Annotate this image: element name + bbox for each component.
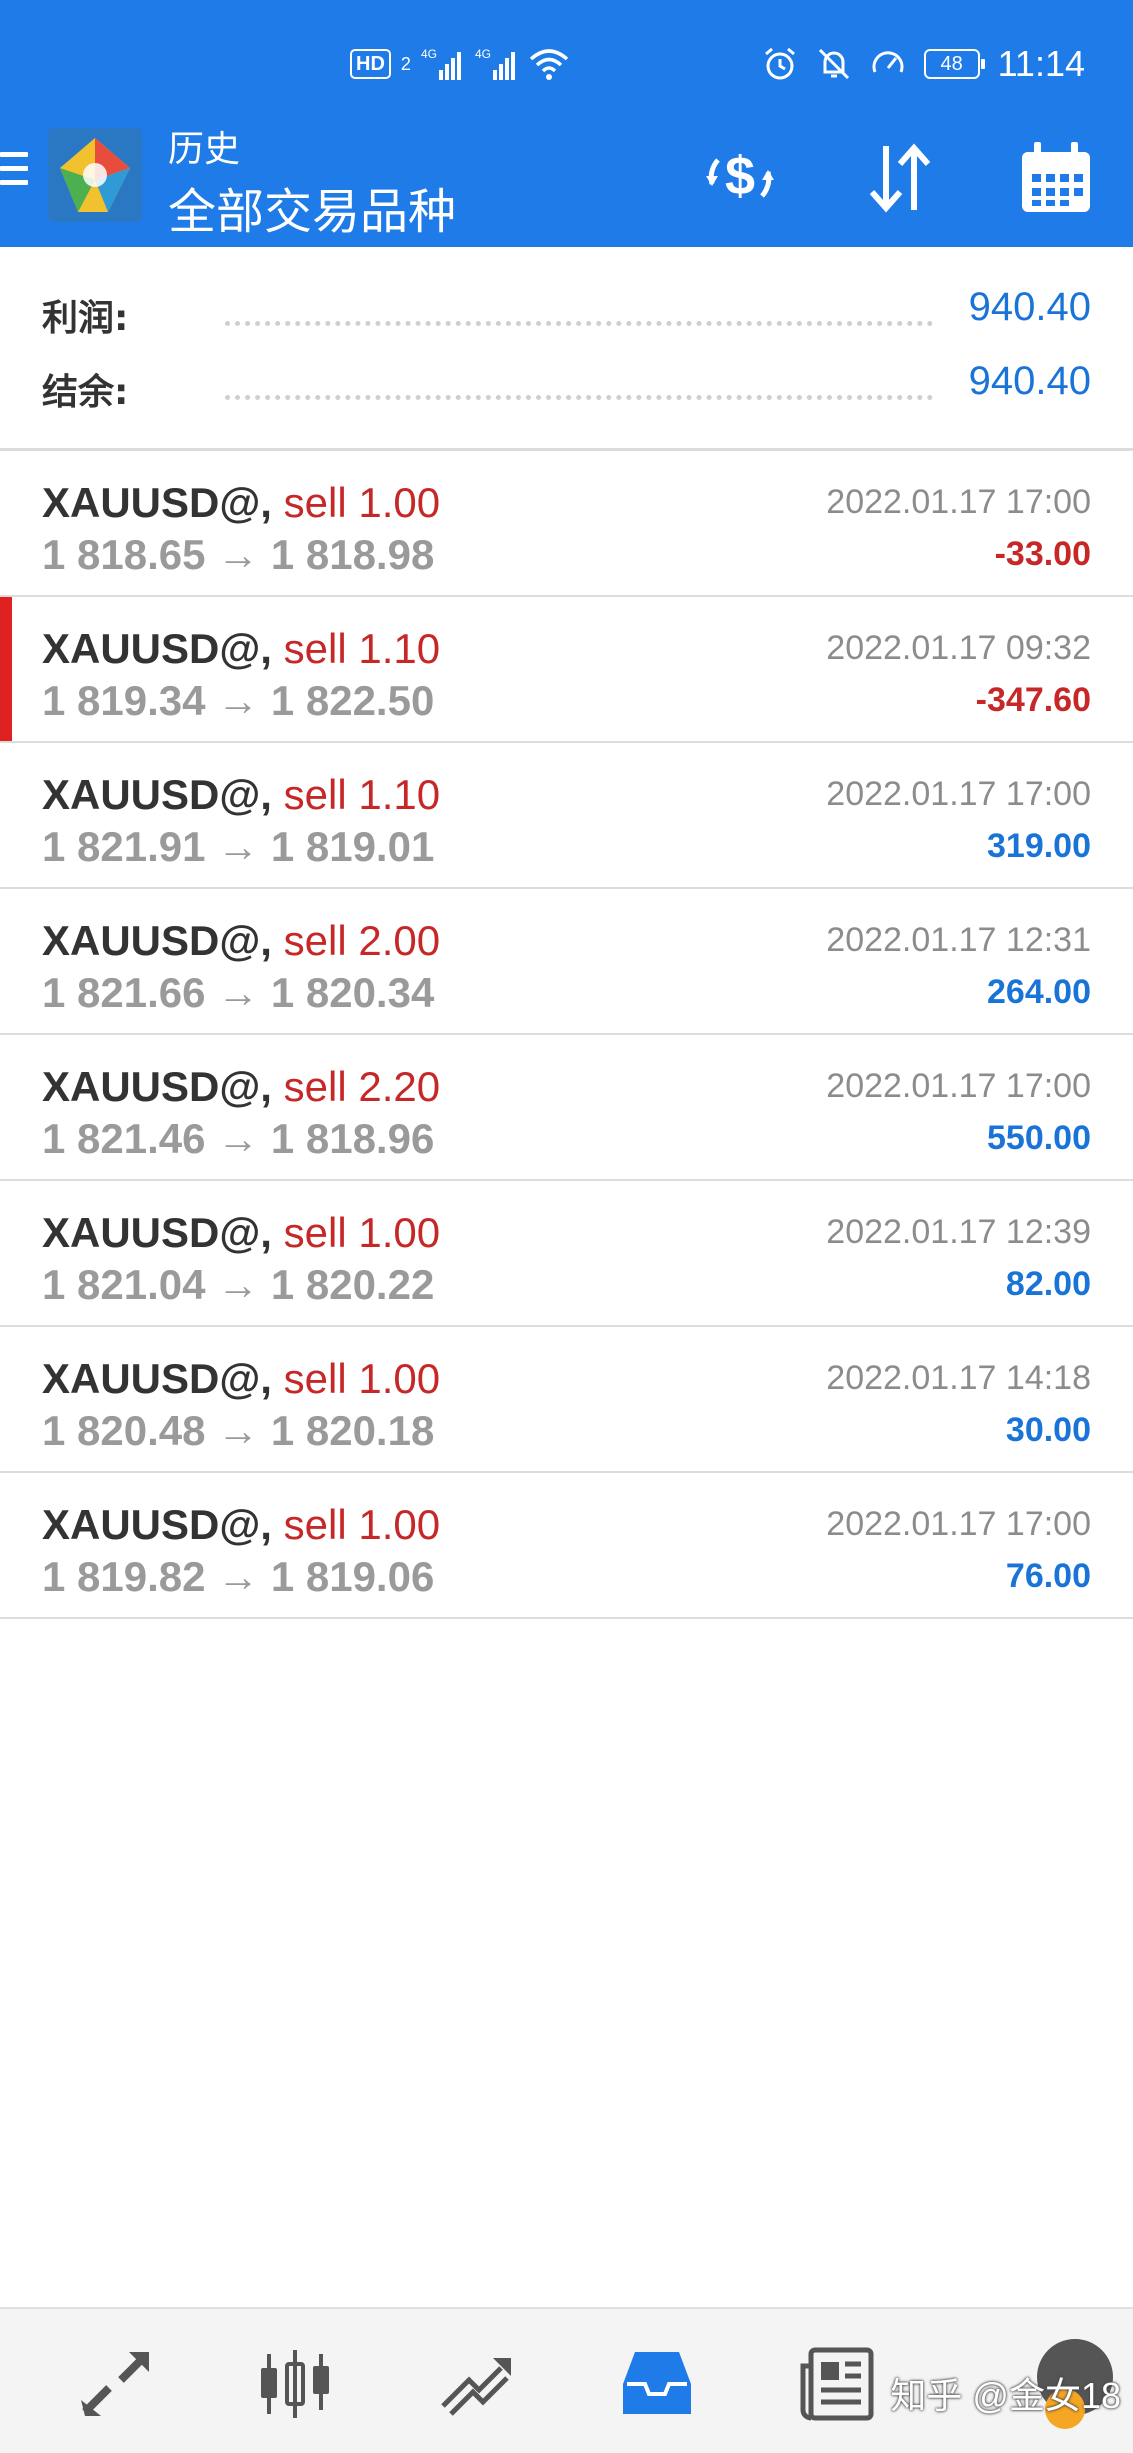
trade-side-volume: sell 1.00 xyxy=(283,1501,441,1548)
trade-row[interactable]: XAUUSD@, sell 1.00 1 820.48 → 1 820.18 2… xyxy=(0,1327,1133,1473)
currency-exchange-icon[interactable]: $ xyxy=(700,138,780,218)
trade-symbol: XAUUSD@, xyxy=(42,479,272,526)
watermark-text: 知乎 @金女18 xyxy=(890,2375,1121,2416)
trade-prices: 1 821.04 → 1 820.22 xyxy=(42,1261,435,1308)
top-app-bar: HD 2 4G 4G 48 11:14 历史 全部交易品种 $ xyxy=(0,0,1133,247)
status-time: 11:14 xyxy=(997,43,1085,84)
trade-prices: 1 819.34 → 1 822.50 xyxy=(42,677,435,724)
trade-row[interactable]: XAUUSD@, sell 1.00 1 821.04 → 1 820.22 2… xyxy=(0,1181,1133,1327)
trade-prices: 1 821.46 → 1 818.96 xyxy=(42,1115,435,1162)
trade-profit: -33.00 xyxy=(994,535,1091,573)
trade-profit: 76.00 xyxy=(1005,1557,1091,1595)
trade-profit: -347.60 xyxy=(975,681,1091,719)
menu-button[interactable] xyxy=(0,152,30,200)
trade-symbol: XAUUSD@, xyxy=(42,1209,272,1256)
profit-row: 利润: 940.40 xyxy=(0,283,1133,343)
trade-row[interactable]: XAUUSD@, sell 1.00 1 818.65 → 1 818.98 2… xyxy=(0,451,1133,597)
news-icon[interactable] xyxy=(792,2339,882,2429)
svg-text:4G: 4G xyxy=(475,47,491,61)
trade-symbol: XAUUSD@, xyxy=(42,917,272,964)
dotted-leader xyxy=(225,395,933,400)
trade-time: 2022.01.17 14:18 xyxy=(826,1359,1091,1397)
profit-value: 940.40 xyxy=(968,285,1091,329)
trade-prices: 1 821.91 → 1 819.01 xyxy=(42,823,435,870)
chart-icon[interactable] xyxy=(250,2339,340,2429)
trade-symbol: XAUUSD@, xyxy=(42,1063,272,1110)
trade-symbol: XAUUSD@, xyxy=(42,771,272,818)
wifi-icon xyxy=(529,49,569,80)
trade-side-volume: sell 2.20 xyxy=(283,1063,441,1110)
signal-4g-icon: 4G xyxy=(421,47,461,80)
trade-side-volume: sell 2.00 xyxy=(283,917,441,964)
trade-side-volume: sell 1.00 xyxy=(283,1355,441,1402)
profit-label: 利润: xyxy=(42,298,129,339)
trade-side-volume: sell 1.10 xyxy=(283,771,441,818)
balance-label: 结余: xyxy=(42,372,129,413)
trade-icon[interactable] xyxy=(430,2339,520,2429)
trade-time: 2022.01.17 17:00 xyxy=(826,483,1091,521)
trade-row[interactable]: XAUUSD@, sell 2.20 1 821.46 → 1 818.96 2… xyxy=(0,1035,1133,1181)
trade-profit: 30.00 xyxy=(1005,1411,1091,1449)
signal-4g-icon: 4G xyxy=(475,47,515,80)
trade-profit: 82.00 xyxy=(1005,1265,1091,1303)
calendar-icon[interactable] xyxy=(1016,138,1096,218)
hd-icon: HD xyxy=(350,49,391,79)
trade-time: 2022.01.17 17:00 xyxy=(826,775,1091,813)
speed-icon xyxy=(872,51,904,73)
dotted-leader xyxy=(225,321,933,326)
mute-bell-icon xyxy=(818,48,849,80)
trade-time: 2022.01.17 17:00 xyxy=(826,1067,1091,1105)
history-icon[interactable] xyxy=(612,2339,702,2429)
app-logo xyxy=(48,128,142,222)
trade-symbol: XAUUSD@, xyxy=(42,1355,272,1402)
trade-side-volume: sell 1.00 xyxy=(283,479,441,526)
trade-prices: 1 821.66 → 1 820.34 xyxy=(42,969,435,1016)
trade-time: 2022.01.17 17:00 xyxy=(826,1505,1091,1543)
balance-value: 940.40 xyxy=(968,359,1091,403)
symbol-filter-title[interactable]: 全部交易品种 xyxy=(168,172,456,242)
bottom-navigation: 知乎 @金女18 xyxy=(0,2307,1133,2453)
balance-row: 结余: 940.40 xyxy=(0,357,1133,417)
alarm-icon xyxy=(764,47,795,80)
trade-time: 2022.01.17 09:32 xyxy=(826,629,1091,667)
trade-side-volume: sell 1.00 xyxy=(283,1209,441,1256)
sort-icon[interactable] xyxy=(860,138,940,218)
svg-text:$: $ xyxy=(725,146,755,206)
battery-icon: 48 xyxy=(923,49,985,79)
trade-profit: 550.00 xyxy=(987,1119,1091,1157)
network-indicators: HD 2 4G 4G xyxy=(350,44,569,84)
trade-row[interactable]: XAUUSD@, sell 2.00 1 821.66 → 1 820.34 2… xyxy=(0,889,1133,1035)
header-subtitle: 历史 xyxy=(168,129,241,170)
trade-profit: 264.00 xyxy=(987,973,1091,1011)
trade-prices: 1 818.65 → 1 818.98 xyxy=(42,531,435,578)
trade-prices: 1 819.82 → 1 819.06 xyxy=(42,1553,435,1600)
trade-time: 2022.01.17 12:39 xyxy=(826,1213,1091,1251)
svg-text:4G: 4G xyxy=(421,47,437,61)
trade-row[interactable]: XAUUSD@, sell 1.10 1 821.91 → 1 819.01 2… xyxy=(0,743,1133,889)
trade-row[interactable]: XAUUSD@, sell 1.00 1 819.82 → 1 819.06 2… xyxy=(0,1473,1133,1619)
trade-time: 2022.01.17 12:31 xyxy=(826,921,1091,959)
trade-row[interactable]: XAUUSD@, sell 1.10 1 819.34 → 1 822.50 2… xyxy=(0,597,1133,743)
quotes-icon[interactable] xyxy=(70,2339,160,2429)
status-bar: HD 2 4G 4G 48 11:14 xyxy=(0,0,1133,125)
sim-index: 2 xyxy=(400,53,411,74)
trade-symbol: XAUUSD@, xyxy=(42,1501,272,1548)
trade-prices: 1 820.48 → 1 820.18 xyxy=(42,1407,435,1454)
trade-side-volume: sell 1.10 xyxy=(283,625,441,672)
trade-symbol: XAUUSD@, xyxy=(42,625,272,672)
trade-profit: 319.00 xyxy=(987,827,1091,865)
system-indicators: 48 11:14 xyxy=(762,40,1085,88)
summary-panel: 利润: 940.40 结余: 940.40 xyxy=(0,247,1133,450)
